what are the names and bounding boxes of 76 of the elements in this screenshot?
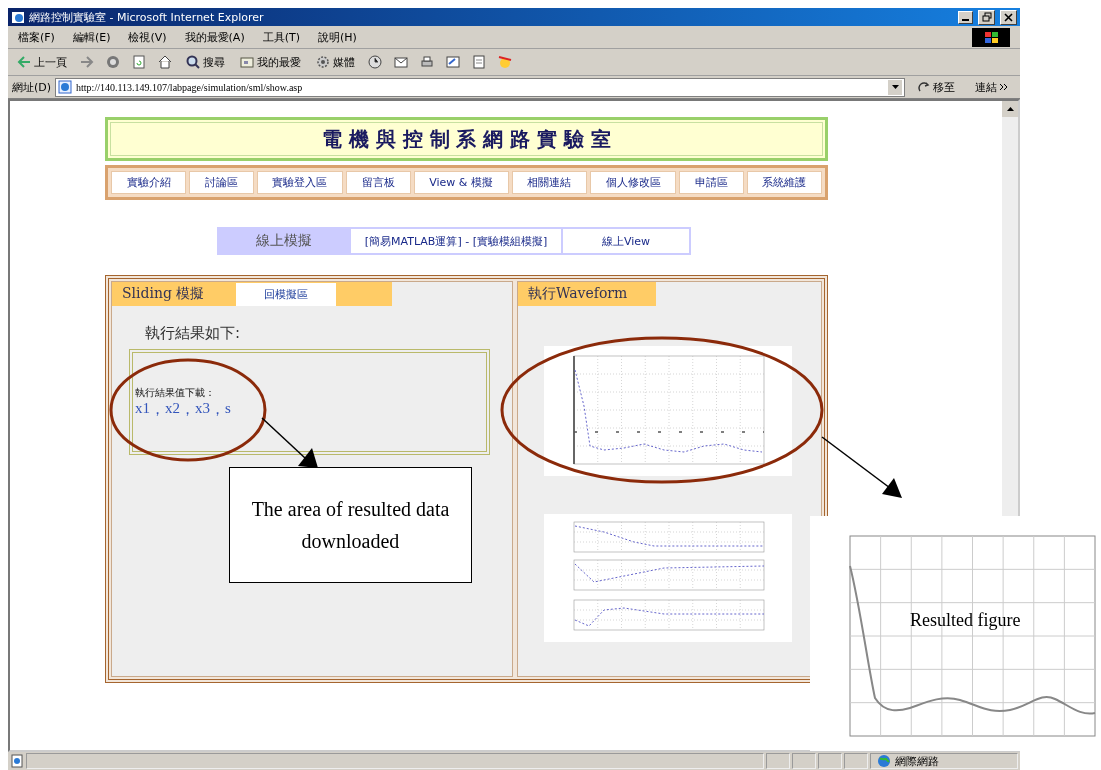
stop-icon[interactable] [105, 54, 121, 70]
home-icon[interactable] [157, 54, 173, 70]
close-button[interactable] [1000, 9, 1017, 25]
nav-link[interactable]: 申請區 [679, 171, 744, 194]
download-label: 執行結果值下載： [135, 385, 216, 400]
arrow-icon [917, 81, 931, 93]
menu-item[interactable]: 我的最愛(A) [184, 29, 245, 45]
figure-caption: Resulted figure [910, 610, 1021, 631]
close-icon [1004, 12, 1013, 22]
menu-item[interactable]: 檔案(F) [18, 29, 55, 45]
sub-nav-link[interactable]: 線上模擬 [219, 229, 349, 253]
menu-item[interactable]: 編輯(E) [72, 29, 111, 45]
messenger-icon[interactable] [497, 54, 513, 70]
nav-link[interactable]: 個人修改區 [589, 171, 677, 194]
refresh-icon[interactable] [131, 54, 147, 70]
back-link[interactable]: 回模擬區 [236, 282, 337, 306]
favorites-button[interactable]: 我的最愛 [237, 53, 303, 71]
status-bar-pane [818, 753, 842, 769]
dropdown-button[interactable] [888, 79, 902, 95]
restore-icon [981, 12, 992, 22]
status-bar-pane [766, 753, 790, 769]
folder-icon [239, 54, 255, 70]
separator: ， [150, 399, 165, 419]
document-icon[interactable] [471, 54, 487, 70]
scroll-up-button[interactable] [1002, 101, 1018, 117]
chevron-icon [999, 83, 1008, 91]
nav-link[interactable]: 實驗登入區 [256, 171, 344, 194]
nav-link[interactable]: 系統維護 [746, 171, 823, 194]
globe-icon [877, 754, 891, 768]
page-icon [11, 10, 25, 24]
go-button[interactable]: 移至 [909, 79, 963, 95]
download-link[interactable]: x1 [135, 399, 150, 419]
panel-title: Sliding 模擬 [122, 285, 205, 303]
print-icon[interactable] [419, 54, 435, 70]
menu-item[interactable]: 工具(T) [262, 29, 300, 45]
separator: ， [210, 399, 225, 419]
panel-title: 執行Waveform [518, 282, 656, 306]
nav-link[interactable]: 討論區 [189, 171, 254, 194]
address-field[interactable]: http://140.113.149.107/labpage/simulation/sml/show.asp [55, 77, 905, 97]
nav-link[interactable]: 留言板 [346, 171, 411, 194]
callout-box: The area of resulted data downloaded [229, 467, 472, 583]
page-icon [10, 754, 24, 768]
menu-item[interactable]: 檢視(V) [128, 29, 167, 45]
minimize-icon [962, 18, 969, 21]
mail-icon[interactable] [393, 54, 409, 70]
media-button[interactable]: 媒體 [313, 53, 357, 71]
minimize-button[interactable] [958, 10, 973, 24]
links-button[interactable]: 連結 [967, 79, 1016, 95]
edit-icon[interactable] [445, 54, 461, 70]
address-label: 網址(D) [12, 79, 52, 95]
page-icon [58, 80, 73, 94]
search-button[interactable]: 搜尋 [183, 53, 227, 71]
page-heading: 電 機 與 控 制 系 網 路 實 驗 室 [321, 125, 612, 153]
windows-flag-icon [982, 29, 1000, 45]
caret-icon [890, 83, 900, 91]
download-link[interactable]: x3 [195, 399, 210, 419]
window-title: 網路控制實驗室 - Microsoft Internet Explorer [29, 9, 265, 25]
zone-label: 網際網路 [895, 753, 939, 769]
separator: ， [180, 399, 195, 419]
status-bar-pane [844, 753, 868, 769]
history-icon[interactable] [367, 54, 383, 70]
nav-link[interactable]: View & 模擬 [413, 171, 509, 194]
arrow [261, 417, 318, 468]
restore-button[interactable] [978, 9, 995, 25]
gear-icon [315, 54, 331, 70]
download-link[interactable]: x2 [165, 399, 180, 419]
caret-icon [1005, 105, 1015, 113]
nav-link[interactable]: 實驗介紹 [111, 171, 187, 194]
back-arrow-icon [16, 54, 32, 70]
download-link[interactable]: s [225, 399, 231, 419]
status-bar-pane [792, 753, 816, 769]
menu-item[interactable]: 說明(H) [318, 29, 357, 45]
back-button[interactable]: 上一頁 [14, 53, 69, 71]
magnifier-icon [185, 54, 201, 70]
nav-link[interactable]: 相關連結 [511, 171, 587, 194]
result-heading: 執行結果如下: [145, 324, 242, 343]
